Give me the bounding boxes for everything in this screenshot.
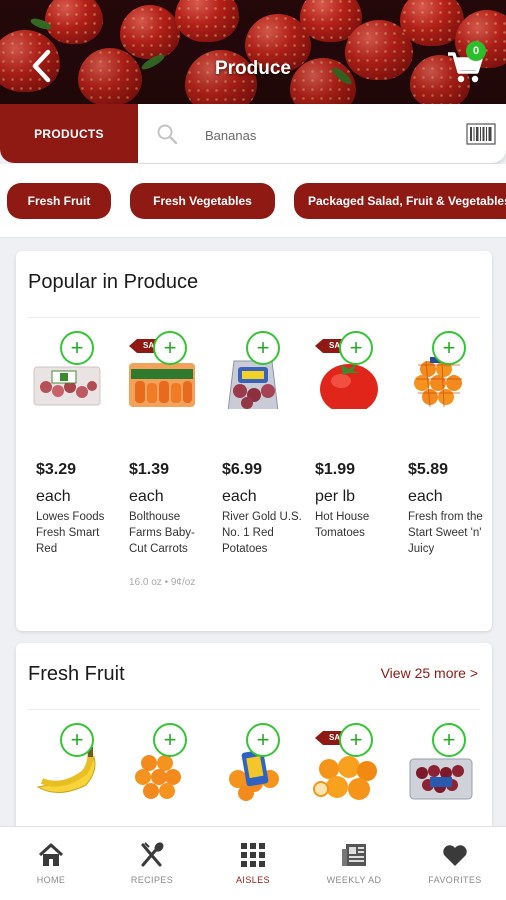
add-to-cart-button[interactable]: + (60, 723, 94, 757)
add-to-cart-button[interactable]: + (246, 723, 280, 757)
utensils-icon (141, 842, 164, 867)
search-input[interactable]: Bananas (205, 128, 256, 143)
bottom-nav: HOME RECIPES AISLES WEEKLY AD FAVORITES (0, 826, 506, 900)
barcode-scan-icon[interactable] (466, 123, 496, 145)
search-row: PRODUCTS Bananas (0, 104, 506, 164)
nav-home[interactable]: HOME (1, 841, 101, 885)
product-price: $1.39 (129, 461, 170, 478)
nav-weekly-ad[interactable]: WEEKLY AD (304, 841, 404, 885)
section-title: Fresh Fruit (28, 663, 125, 685)
product-price: $3.29 (36, 461, 77, 478)
nav-label: FAVORITES (428, 875, 482, 885)
product-size: 16.0 oz • 9¢/oz (129, 577, 196, 588)
nav-favorites[interactable]: FAVORITES (405, 841, 505, 885)
add-to-cart-button[interactable]: + (339, 723, 373, 757)
divider (28, 317, 480, 318)
category-chips: Fresh Fruit Fresh Vegetables Packaged Sa… (0, 164, 506, 238)
add-to-cart-button[interactable]: + (432, 723, 466, 757)
heart-icon (443, 845, 467, 866)
add-to-cart-button[interactable]: + (246, 331, 280, 365)
nav-label: HOME (36, 875, 66, 885)
add-to-cart-button[interactable]: + (153, 723, 187, 757)
add-to-cart-button[interactable]: + (339, 331, 373, 365)
view-more-link[interactable]: View 25 more > (381, 665, 478, 681)
chip-fresh-vegetables[interactable]: Fresh Vegetables (130, 183, 275, 219)
product-unit: each (408, 488, 443, 505)
nav-aisles[interactable]: AISLES (203, 841, 303, 885)
product-price: $1.99 (315, 461, 356, 478)
chip-fresh-fruit[interactable]: Fresh Fruit (7, 183, 111, 219)
search-field[interactable]: Bananas (138, 104, 506, 163)
search-icon (157, 124, 178, 145)
product-name: Lowes Foods Fresh Smart Red (36, 511, 105, 555)
nav-label: AISLES (236, 875, 270, 885)
product-unit: each (222, 488, 257, 505)
nav-label: RECIPES (130, 875, 174, 885)
product-unit: each (36, 488, 71, 505)
section-title: Popular in Produce (28, 271, 199, 293)
product-unit: per lb (315, 488, 356, 505)
add-to-cart-button[interactable]: + (60, 331, 94, 365)
cart-count-badge: 0 (466, 41, 486, 61)
product-unit: each (129, 488, 164, 505)
product-name: Bolthouse Farms Baby-Cut Carrots (129, 511, 195, 555)
product-price: $5.89 (408, 461, 449, 478)
product-name: River Gold U.S. No. 1 Red Potatoes (222, 511, 302, 555)
chip-packaged-salad[interactable]: Packaged Salad, Fruit & Vegetables (294, 183, 506, 219)
app-screen: Produce 0 PRODUCTS Bananas Fresh Fruit F… (0, 0, 506, 900)
product-name: Fresh from the Start Sweet 'n' Juicy (408, 511, 483, 555)
home-icon (38, 843, 64, 866)
product-name: Hot House Tomatoes (315, 511, 370, 539)
popular-card: Popular in Produce + $3.29 each Lowes Fo… (16, 251, 492, 631)
fresh-fruit-card: Fresh Fruit View 25 more > + + + + + (16, 643, 492, 843)
page-title: Produce (214, 58, 292, 79)
nav-label: WEEKLY AD (326, 875, 382, 885)
add-to-cart-button[interactable]: + (432, 331, 466, 365)
header-banner: Produce 0 (0, 0, 506, 104)
products-tab[interactable]: PRODUCTS (0, 104, 138, 163)
nav-recipes[interactable]: RECIPES (102, 841, 202, 885)
divider (28, 709, 480, 710)
add-to-cart-button[interactable]: + (153, 331, 187, 365)
newspaper-icon (342, 844, 366, 866)
product-price: $6.99 (222, 461, 263, 478)
grid-icon (241, 843, 265, 867)
